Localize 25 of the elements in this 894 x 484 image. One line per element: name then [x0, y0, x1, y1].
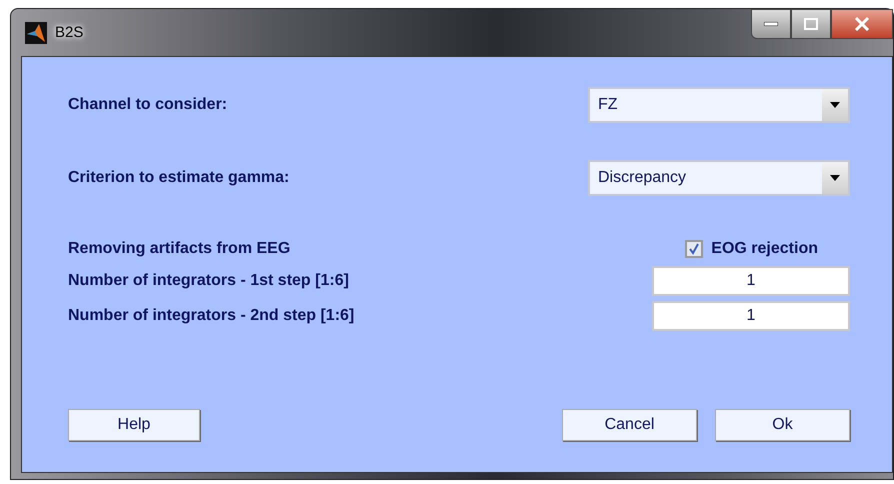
integrators-field[interactable]: 1 [652, 266, 850, 296]
ok-button[interactable]: Ok [715, 409, 850, 441]
window-title: B2S [55, 24, 84, 41]
minimize-button[interactable] [751, 9, 791, 39]
integrators-label: Number of integrators - 1st step [1:6] [68, 272, 349, 290]
cancel-button[interactable]: Cancel [562, 409, 697, 441]
maximize-button[interactable] [791, 9, 831, 39]
integrators-label: Number of integrators - 2nd step [1:6] [68, 307, 354, 325]
dropdown-arrow-icon [830, 175, 840, 181]
help-button[interactable]: Help [68, 409, 200, 441]
checkmark-icon [688, 243, 700, 255]
criterion-label: Criterion to estimate gamma: [68, 169, 290, 187]
app-logo-icon [25, 22, 47, 44]
maximize-icon [804, 18, 818, 30]
dropdown-arrow-icon [830, 102, 840, 108]
close-button[interactable] [831, 9, 893, 39]
eog-checkbox[interactable] [685, 240, 704, 258]
minimize-icon [764, 22, 778, 26]
close-icon [854, 17, 870, 31]
criterion-dropdown[interactable]: Discrepancy [588, 160, 850, 196]
artifacts-label: Removing artifacts from EEG [68, 240, 290, 258]
channel-label: Channel to consider: [68, 96, 228, 114]
integrators-field[interactable]: 1 [652, 301, 850, 331]
channel-dropdown[interactable]: FZ [588, 87, 850, 123]
eog-rejection-label: EOG rejection [711, 240, 818, 258]
